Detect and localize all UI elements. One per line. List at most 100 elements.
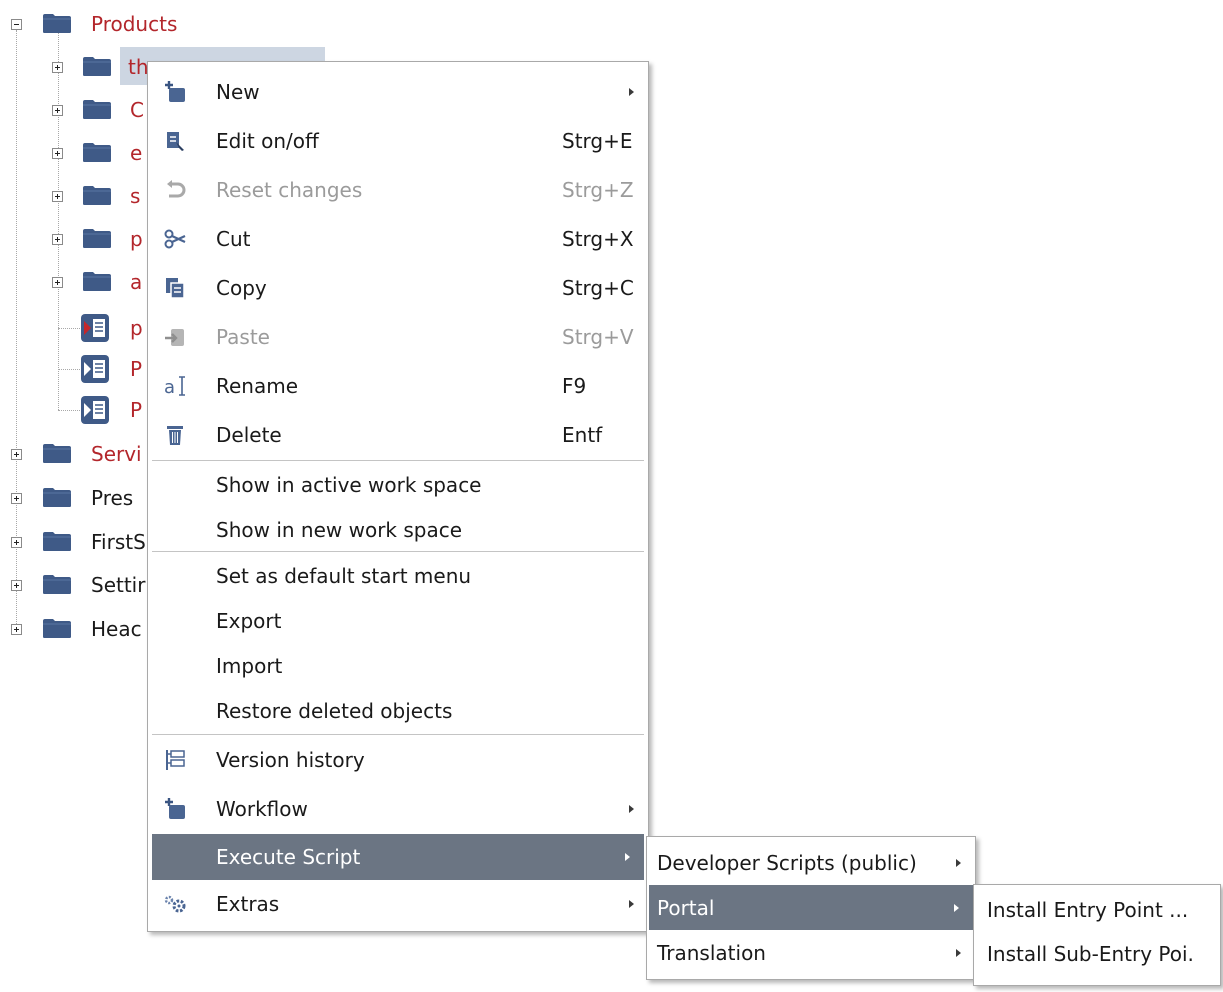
tree-node[interactable]: th — [128, 45, 149, 89]
submenu-arrow-icon — [629, 88, 634, 96]
expand-toggle[interactable] — [52, 62, 63, 73]
new-item-icon — [162, 79, 188, 105]
tree-node[interactable]: C — [130, 88, 144, 132]
collapse-toggle[interactable] — [11, 19, 22, 30]
tree-node-products[interactable]: Products — [91, 2, 177, 46]
tree-node[interactable]: p — [130, 306, 143, 350]
tree-node-label: Settir — [91, 573, 146, 597]
expand-toggle[interactable] — [11, 493, 22, 504]
menu-item-reset-changes[interactable]: Reset changes Strg+Z — [148, 168, 648, 212]
expand-toggle[interactable] — [52, 277, 63, 288]
folder-icon — [82, 99, 112, 120]
expand-toggle[interactable] — [11, 449, 22, 460]
tree-node-label: P — [130, 357, 143, 381]
tree-node-label: FirstS — [91, 530, 146, 554]
version-history-icon — [162, 747, 188, 773]
tree-node-label: a — [130, 270, 143, 294]
expand-toggle[interactable] — [52, 105, 63, 116]
tree-node[interactable]: s — [130, 174, 140, 218]
expand-toggle[interactable] — [11, 580, 22, 591]
expand-toggle[interactable] — [52, 191, 63, 202]
menu-separator — [152, 551, 644, 552]
context-menu: New Edit on/off Strg+E Reset changes Str… — [147, 61, 649, 932]
workflow-icon — [162, 796, 188, 822]
tree-node-label: C — [130, 98, 144, 122]
tree-node[interactable]: e — [130, 131, 142, 175]
tree-node[interactable]: p — [130, 217, 143, 261]
tree-node[interactable]: Servi — [91, 432, 142, 476]
portal-submenu: Install Entry Point ... Install Sub-Entr… — [973, 884, 1221, 986]
menu-item-version-history[interactable]: Version history — [148, 738, 648, 782]
tree-node[interactable]: Pres — [91, 476, 133, 520]
tree-node[interactable]: P — [130, 347, 142, 391]
submenu-arrow-icon — [956, 948, 961, 957]
rename-icon: a — [162, 373, 188, 399]
menu-item-rename[interactable]: a Rename F9 — [148, 364, 648, 408]
submenu-item-install-entry-point[interactable]: Install Entry Point ... — [974, 888, 1220, 932]
tree-node-label: p — [130, 316, 143, 340]
menu-separator — [152, 460, 644, 461]
folder-icon — [82, 142, 112, 163]
tree-node-label: s — [130, 184, 141, 208]
menu-item-execute-script[interactable]: Execute Script — [152, 834, 644, 880]
expand-toggle[interactable] — [52, 234, 63, 245]
menu-item-workflow[interactable]: Workflow — [148, 787, 648, 831]
menu-item-cut[interactable]: Cut Strg+X — [148, 217, 648, 261]
menu-item-delete[interactable]: Delete Entf — [148, 413, 648, 457]
folder-icon — [42, 531, 72, 552]
tree-guide-line — [58, 328, 80, 329]
tree-node[interactable]: FirstS — [91, 520, 146, 564]
tree-node-label: p — [130, 227, 143, 251]
menu-item-copy[interactable]: Copy Strg+C — [148, 266, 648, 310]
tree-guide-line — [58, 369, 80, 370]
expand-toggle[interactable] — [52, 148, 63, 159]
tree-guide-line — [58, 410, 80, 411]
folder-icon — [42, 618, 72, 639]
menu-item-edit[interactable]: Edit on/off Strg+E — [148, 119, 648, 163]
folder-icon — [82, 271, 112, 292]
gears-icon — [162, 891, 188, 917]
tree-node[interactable]: a — [130, 260, 142, 304]
submenu-arrow-icon — [629, 805, 634, 813]
submenu-item-developer-scripts[interactable]: Developer Scripts (public) — [647, 840, 975, 885]
tree-node-label: Pres — [91, 486, 134, 510]
copy-icon — [162, 275, 188, 301]
page-reference-icon — [80, 354, 110, 384]
tree-node-label: th — [128, 55, 149, 79]
tree-node-label: Products — [91, 12, 178, 36]
menu-item-restore-deleted[interactable]: Restore deleted objects — [148, 689, 648, 733]
menu-item-new[interactable]: New — [148, 70, 648, 114]
tree-node[interactable]: Settir — [91, 563, 145, 607]
menu-item-export[interactable]: Export — [148, 599, 648, 643]
expand-toggle[interactable] — [11, 624, 22, 635]
menu-item-show-active-workspace[interactable]: Show in active work space — [148, 463, 648, 507]
submenu-item-translation[interactable]: Translation — [647, 930, 975, 975]
submenu-arrow-icon — [956, 858, 961, 867]
expand-toggle[interactable] — [11, 537, 22, 548]
tree-node-label: e — [130, 141, 143, 165]
folder-icon — [82, 228, 112, 249]
menu-item-set-default-start-menu[interactable]: Set as default start menu — [148, 554, 648, 598]
folder-icon — [82, 56, 112, 77]
undo-icon — [162, 177, 188, 203]
execute-script-submenu: Developer Scripts (public) Portal Transl… — [646, 836, 976, 980]
submenu-arrow-icon — [954, 903, 959, 912]
submenu-arrow-icon — [625, 853, 630, 861]
folder-icon — [42, 574, 72, 595]
submenu-item-portal[interactable]: Portal — [649, 885, 973, 930]
paste-icon — [162, 324, 188, 350]
submenu-item-install-sub-entry-point[interactable]: Install Sub-Entry Poi. — [974, 932, 1220, 976]
folder-icon — [82, 185, 112, 206]
trash-icon — [162, 422, 188, 448]
menu-item-import[interactable]: Import — [148, 644, 648, 688]
tree-node[interactable]: P — [130, 388, 142, 432]
folder-icon — [42, 13, 72, 34]
tree-node-label: Servi — [91, 442, 142, 466]
folder-icon — [42, 487, 72, 508]
menu-item-paste[interactable]: Paste Strg+V — [148, 315, 648, 359]
tree-node-label: Heac — [91, 617, 142, 641]
menu-item-show-new-workspace[interactable]: Show in new work space — [148, 508, 648, 552]
scissors-icon — [162, 226, 188, 252]
tree-node[interactable]: Heac — [91, 607, 142, 651]
menu-item-extras[interactable]: Extras — [148, 882, 648, 926]
